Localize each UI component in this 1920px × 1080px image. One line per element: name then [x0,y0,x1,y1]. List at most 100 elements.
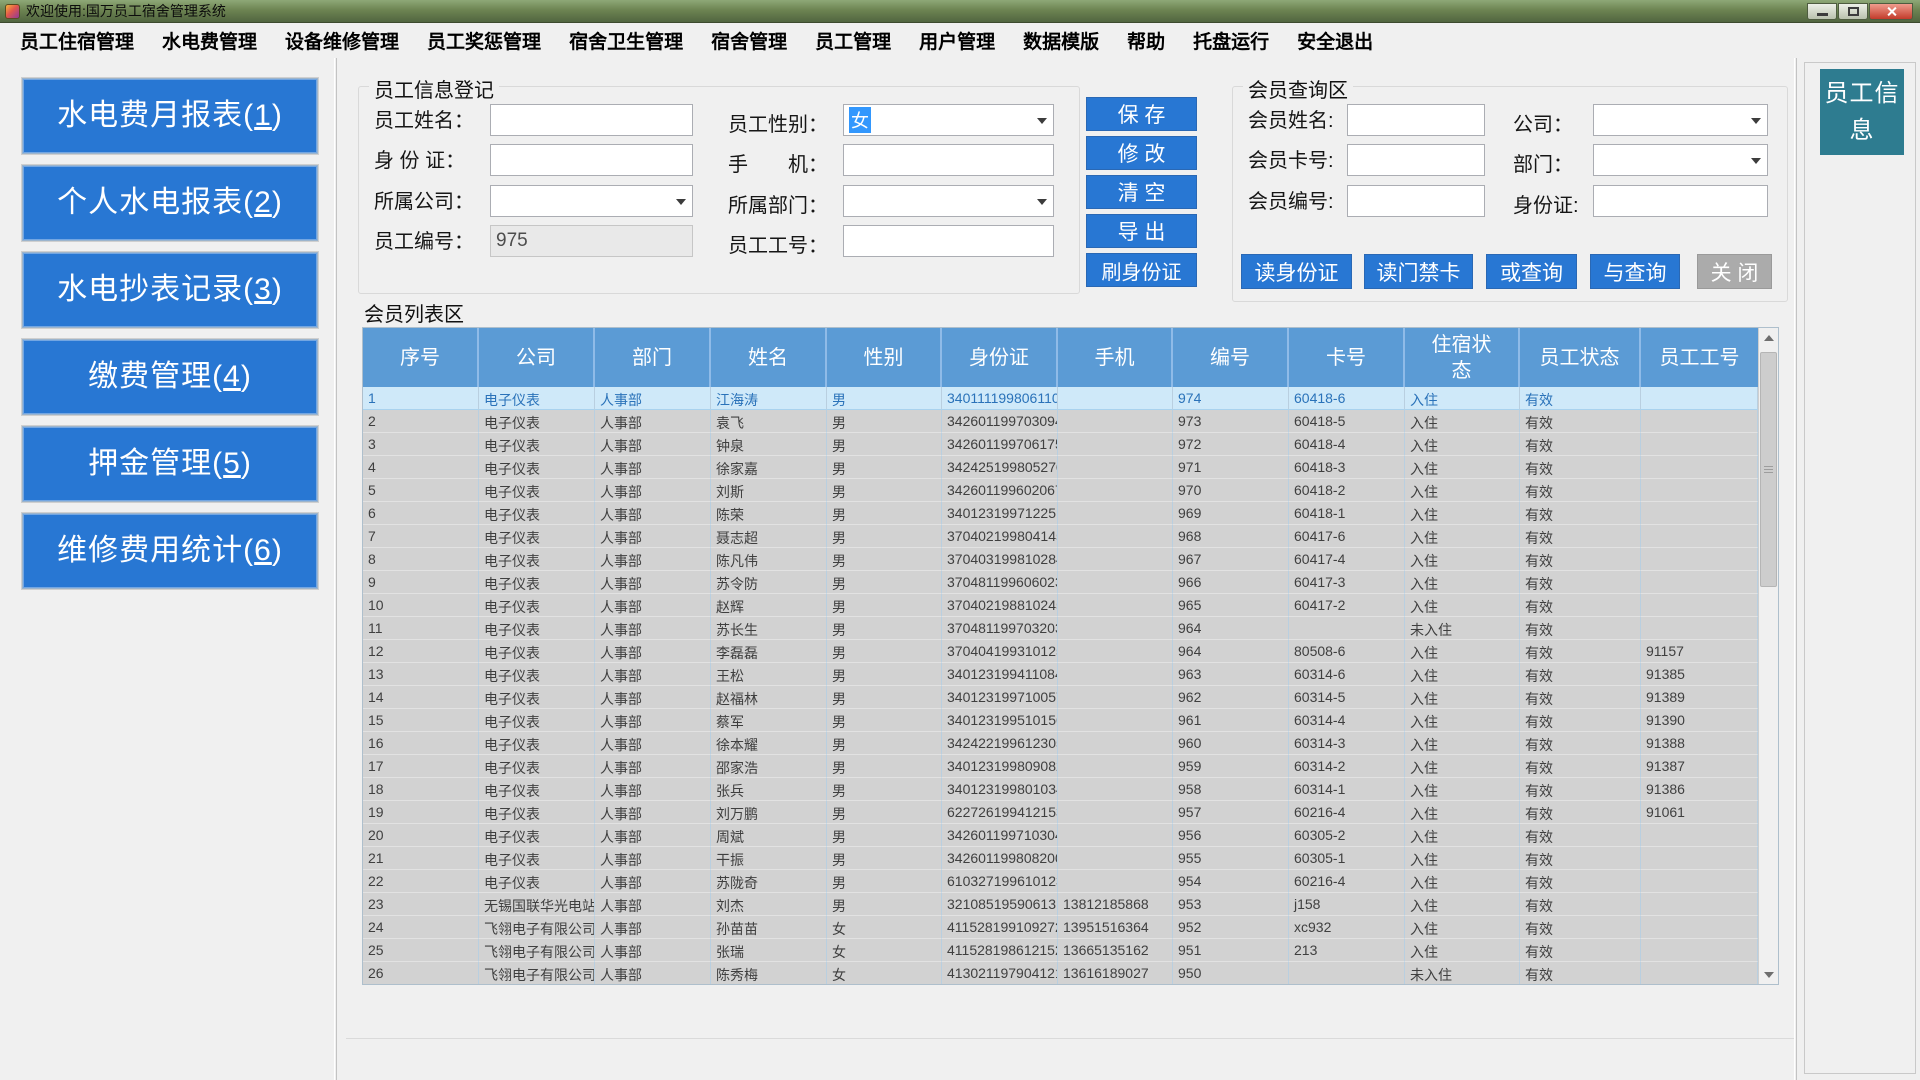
close-button[interactable] [1869,3,1913,20]
window-controls [1807,3,1915,20]
table-row[interactable]: 9电子仪表人事部苏令防男3704811996060238...96660417-… [363,571,1758,594]
table-row[interactable]: 1电子仪表人事部江海涛男3401111998061105...97460418-… [363,387,1758,410]
table-cell: 955 [1173,847,1289,870]
table-cell: 960 [1173,732,1289,755]
table-row[interactable]: 11电子仪表人事部苏长生男3704811997032038...964未入住有效 [363,617,1758,640]
menu-item[interactable]: 员工住宿管理 [6,27,148,54]
column-header[interactable]: 手机 [1058,328,1173,387]
table-row[interactable]: 19电子仪表人事部刘万鹏男6227261994121530...95760216… [363,801,1758,824]
table-row[interactable]: 16电子仪表人事部徐本耀男3424221996123052...96060314… [363,732,1758,755]
column-header[interactable]: 部门 [595,328,711,387]
minimize-button[interactable] [1807,3,1837,20]
table-row[interactable]: 5电子仪表人事部刘斯男3426011996020671...97060418-2… [363,479,1758,502]
table-row[interactable]: 6电子仪表人事部陈荣男3401231997122516...96960418-1… [363,502,1758,525]
table-row[interactable]: 18电子仪表人事部张兵男3401231998010348...95860314-… [363,778,1758,801]
menu-item[interactable]: 用户管理 [905,27,1009,54]
query-department-combobox[interactable] [1593,144,1768,176]
table-cell: 60305-2 [1289,824,1405,847]
table-row[interactable]: 24飞翎电子有限公司人事部孙苗苗女4115281991092729...1395… [363,916,1758,939]
table-row[interactable]: 22电子仪表人事部苏陇奇男6103271996101234...95460216… [363,870,1758,893]
table-row[interactable]: 3电子仪表人事部钟泉男3426011997061753...97260418-4… [363,433,1758,456]
mobile-input[interactable] [843,144,1054,176]
table-row[interactable]: 8电子仪表人事部陈凡伟男3704031998102841...96760417-… [363,548,1758,571]
column-header[interactable]: 序号 [363,328,479,387]
table-row[interactable]: 2电子仪表人事部袁飞男3426011997030946...97360418-5… [363,410,1758,433]
menu-item[interactable]: 水电费管理 [148,27,271,54]
menu-item[interactable]: 宿舍卫生管理 [555,27,697,54]
table-cell: 电子仪表 [479,686,595,709]
clear-button[interactable]: 清 空 [1086,175,1197,209]
table-row[interactable]: 12电子仪表人事部李磊磊男3704041993101250...96480508… [363,640,1758,663]
menu-item[interactable]: 宿舍管理 [697,27,801,54]
modify-button[interactable]: 修 改 [1086,136,1197,170]
table-row[interactable]: 20电子仪表人事部周斌男3426011997103040...95660305-… [363,824,1758,847]
menu-item[interactable]: 员工管理 [801,27,905,54]
query-id-input[interactable] [1593,185,1768,217]
table-row[interactable]: 17电子仪表人事部邵家浩男3401231998090820...95960314… [363,755,1758,778]
id-card-input[interactable] [490,144,693,176]
work-number-input[interactable] [843,225,1054,257]
close-query-button[interactable]: 关 闭 [1697,254,1772,289]
table-row[interactable]: 21电子仪表人事部干振男3426011998082002...95560305-… [363,847,1758,870]
query-company-combobox[interactable] [1593,104,1768,136]
menu-bar: 员工住宿管理水电费管理设备维修管理员工奖惩管理宿舍卫生管理宿舍管理员工管理用户管… [0,23,1920,58]
company-combobox[interactable] [490,185,693,217]
table-cell: 4 [363,456,479,479]
sidebar-button[interactable]: 水电费月报表(1) [22,78,318,154]
tab-employee-info[interactable]: 员工信息 [1820,69,1904,155]
export-button[interactable]: 导 出 [1086,214,1197,248]
table-row[interactable]: 7电子仪表人事部聂志超男3704021998041453...96860417-… [363,525,1758,548]
table-row[interactable]: 25飞翎电子有限公司人事部张瑞女4115281986121529...13665… [363,939,1758,962]
column-header[interactable]: 性别 [827,328,942,387]
and-query-button[interactable]: 与查询 [1590,254,1680,289]
scroll-up-button[interactable] [1759,328,1778,347]
sidebar-button[interactable]: 个人水电报表(2) [22,165,318,241]
menu-item[interactable]: 托盘运行 [1179,27,1283,54]
member-name-input[interactable] [1347,104,1485,136]
table-row[interactable]: 10电子仪表人事部赵辉男3704021988102453...96560417-… [363,594,1758,617]
table-cell: 3426011998082002... [942,847,1058,870]
employee-gender-combobox[interactable]: 女 [843,104,1054,136]
table-cell: 人事部 [595,847,711,870]
column-header[interactable]: 编号 [1173,328,1289,387]
column-header[interactable]: 身份证 [942,328,1058,387]
column-header[interactable]: 员工状态 [1520,328,1641,387]
employee-name-input[interactable] [490,104,693,136]
menu-item[interactable]: 员工奖惩管理 [413,27,555,54]
menu-item[interactable]: 帮助 [1113,27,1179,54]
member-card-input[interactable] [1347,144,1485,176]
table-row[interactable]: 26飞翎电子有限公司人事部陈秀梅女4130211979041219...1361… [363,962,1758,984]
maximize-button[interactable] [1838,3,1868,20]
department-combobox[interactable] [843,185,1054,217]
scroll-down-button[interactable] [1759,965,1778,984]
column-header[interactable]: 卡号 [1289,328,1405,387]
sidebar-button[interactable]: 缴费管理(4) [22,339,318,415]
sidebar-button[interactable]: 押金管理(5) [22,426,318,502]
column-header[interactable]: 住宿状态 [1405,328,1520,387]
table-row[interactable]: 15电子仪表人事部蔡军男3401231995101562...96160314-… [363,709,1758,732]
member-number-input[interactable] [1347,185,1485,217]
table-cell: 入住 [1405,433,1520,456]
table-cell: 954 [1173,870,1289,893]
menu-item[interactable]: 安全退出 [1283,27,1387,54]
table-row[interactable]: 4电子仪表人事部徐家嘉男3424251998052705...97160418-… [363,456,1758,479]
menu-item[interactable]: 设备维修管理 [271,27,413,54]
or-query-button[interactable]: 或查询 [1486,254,1577,289]
swipe-id-card-button[interactable]: 刷身份证 [1086,253,1197,287]
table-row[interactable]: 13电子仪表人事部王松男3401231994110848...96360314-… [363,663,1758,686]
table-cell: 18 [363,778,479,801]
column-header[interactable]: 姓名 [711,328,827,387]
menu-item[interactable]: 数据模版 [1009,27,1113,54]
vertical-scrollbar[interactable] [1758,328,1778,984]
column-header[interactable]: 公司 [479,328,595,387]
chevron-down-icon [1037,118,1047,124]
table-row[interactable]: 23无锡国联华光电站...人事部刘杰男3210851959061318...13… [363,893,1758,916]
read-id-card-button[interactable]: 读身份证 [1241,254,1352,289]
scrollbar-thumb[interactable] [1760,352,1777,587]
save-button[interactable]: 保 存 [1086,97,1197,131]
sidebar-button[interactable]: 水电抄表记录(3) [22,252,318,328]
read-door-card-button[interactable]: 读门禁卡 [1364,254,1473,289]
table-row[interactable]: 14电子仪表人事部赵福林男3401231997100572...96260314… [363,686,1758,709]
sidebar-button[interactable]: 维修费用统计(6) [22,513,318,589]
column-header[interactable]: 员工工号 [1641,328,1758,387]
